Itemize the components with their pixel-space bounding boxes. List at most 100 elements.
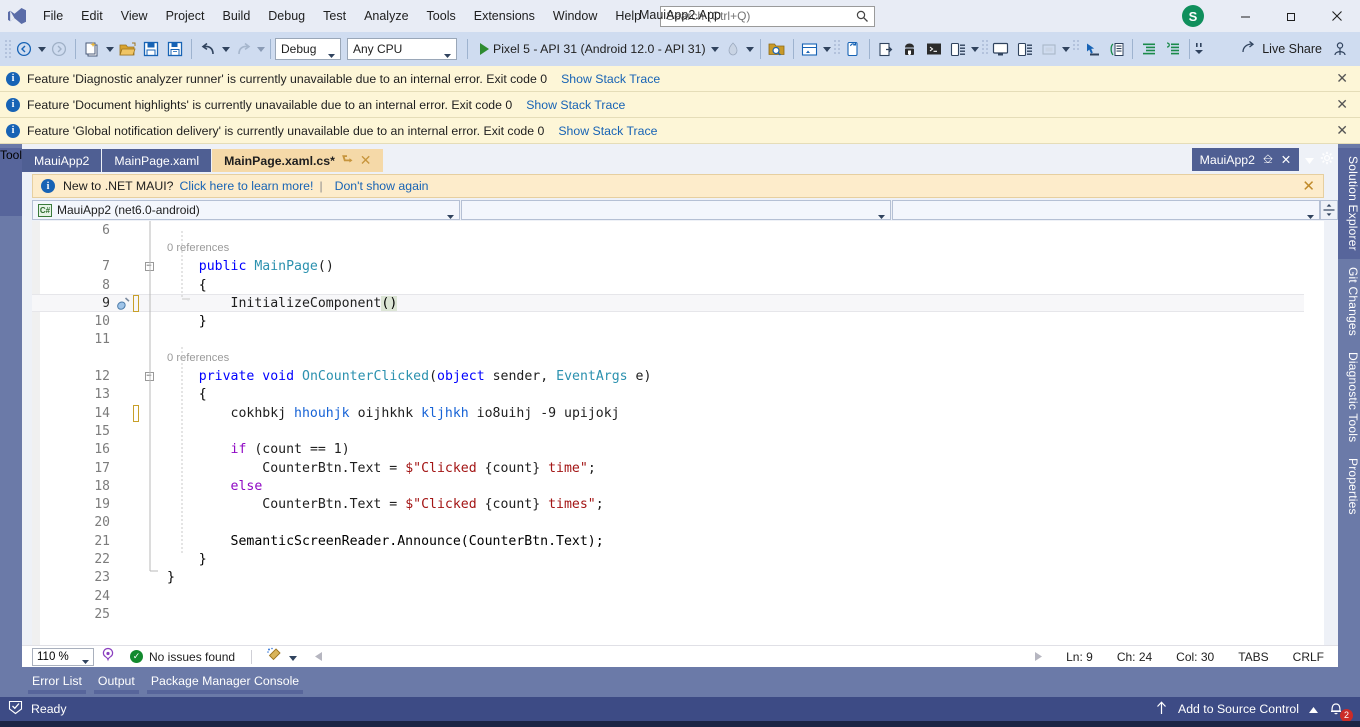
- code-line[interactable]: 15: [32, 422, 1304, 440]
- navigate-backward-dropdown-icon[interactable]: [36, 36, 47, 62]
- toolbox-tab[interactable]: Toolbox: [0, 148, 41, 216]
- dont-show-again-link[interactable]: Don't show again: [335, 179, 429, 193]
- tabs-mode-indicator[interactable]: TABS: [1238, 650, 1268, 664]
- code-lines[interactable]: 6 0 references 7 − public MainPage() 8 {…: [32, 221, 1304, 645]
- device-properties-icon[interactable]: [946, 36, 970, 62]
- code-cleanup-icon[interactable]: [266, 647, 283, 666]
- menu-build[interactable]: Build: [213, 3, 259, 29]
- codelens-line[interactable]: 0 references: [32, 239, 1304, 257]
- code-line[interactable]: 7 − public MainPage(): [32, 258, 1304, 276]
- codelens-line[interactable]: 0 references: [32, 349, 1304, 367]
- tab-mauiapp2[interactable]: MauiApp2: [22, 149, 102, 172]
- android-device-log-icon[interactable]: [874, 36, 898, 62]
- code-line[interactable]: 18 else: [32, 477, 1304, 495]
- learn-more-link[interactable]: Click here to learn more!: [179, 179, 313, 193]
- menu-help[interactable]: Help: [606, 3, 650, 29]
- code-line[interactable]: 6: [32, 221, 1304, 239]
- menu-test[interactable]: Test: [314, 3, 355, 29]
- new-project-dropdown-icon[interactable]: [104, 36, 115, 62]
- fold-margin[interactable]: −: [139, 262, 159, 272]
- toolbar-grip[interactable]: [4, 39, 12, 59]
- code-line[interactable]: 8 {: [32, 276, 1304, 294]
- toolbar-grip-3[interactable]: [981, 39, 989, 59]
- member-selector-combo[interactable]: [892, 200, 1320, 220]
- emulator-dropdown-icon[interactable]: [1061, 36, 1072, 62]
- new-project-icon[interactable]: [80, 36, 104, 62]
- zoom-level-combo[interactable]: 110 %: [32, 647, 94, 666]
- code-line[interactable]: 20: [32, 514, 1304, 532]
- solution-platform-combo[interactable]: Any CPU: [347, 38, 457, 60]
- chevron-up-icon[interactable]: [1309, 702, 1318, 716]
- close-icon[interactable]: ✕: [1302, 177, 1315, 195]
- toolbar-grip-2[interactable]: [833, 39, 841, 59]
- code-line[interactable]: 23 }: [32, 569, 1304, 587]
- menu-extensions[interactable]: Extensions: [465, 3, 544, 29]
- code-line[interactable]: 19 CounterBtn.Text = $"Clicked {count} t…: [32, 495, 1304, 513]
- menu-project[interactable]: Project: [157, 3, 214, 29]
- indent-lines-icon[interactable]: [1137, 36, 1161, 62]
- solution-configuration-combo[interactable]: Debug: [275, 38, 341, 60]
- close-icon[interactable]: ✕: [1336, 122, 1348, 139]
- code-line[interactable]: 11: [32, 331, 1304, 349]
- sidebar-item-properties[interactable]: Properties: [1338, 450, 1360, 523]
- split-editor-button[interactable]: [1320, 200, 1338, 220]
- code-line[interactable]: 10 }: [32, 312, 1304, 330]
- outdent-lines-icon[interactable]: [1161, 36, 1185, 62]
- sidebar-item-git-changes[interactable]: Git Changes: [1338, 259, 1360, 344]
- show-stack-trace-link[interactable]: Show Stack Trace: [558, 124, 657, 138]
- android-adb-command-icon[interactable]: [922, 36, 946, 62]
- code-line[interactable]: 22 }: [32, 550, 1304, 568]
- notifications-bell[interactable]: 2: [1328, 700, 1353, 722]
- feedback-icon[interactable]: [1328, 36, 1352, 62]
- search-box[interactable]: [660, 5, 876, 27]
- tab-mainpage-xaml[interactable]: MainPage.xaml: [102, 149, 212, 172]
- save-icon[interactable]: [139, 36, 163, 62]
- monitor-icon[interactable]: [989, 36, 1013, 62]
- quick-actions-icon[interactable]: [114, 296, 132, 311]
- toolbar-grip-4[interactable]: [1072, 39, 1080, 59]
- show-stack-trace-link[interactable]: Show Stack Trace: [561, 72, 660, 86]
- navigate-forward-icon[interactable]: [47, 36, 71, 62]
- redo-icon[interactable]: [231, 36, 255, 62]
- close-button[interactable]: [1314, 0, 1360, 32]
- close-icon[interactable]: ✕: [1336, 70, 1348, 87]
- code-line[interactable]: 16 if (count == 1): [32, 441, 1304, 459]
- gear-icon[interactable]: [1320, 151, 1334, 168]
- code-line[interactable]: 17 CounterBtn.Text = $"Clicked {count} t…: [32, 459, 1304, 477]
- code-line-current[interactable]: 9 InitializeComponent(): [32, 294, 1304, 313]
- fold-margin[interactable]: −: [139, 372, 159, 382]
- menu-edit[interactable]: Edit: [72, 3, 112, 29]
- sidebar-item-solution-explorer[interactable]: Solution Explorer: [1338, 148, 1360, 259]
- line-ending-indicator[interactable]: CRLF: [1293, 650, 1324, 664]
- hot-reload-dropdown-icon[interactable]: [745, 36, 756, 62]
- issues-status[interactable]: ✓ No issues found: [130, 650, 235, 664]
- scroll-right-icon[interactable]: [1035, 650, 1043, 664]
- sidebar-item-diagnostic-tools[interactable]: Diagnostic Tools: [1338, 344, 1360, 450]
- device-properties-dropdown-icon[interactable]: [970, 36, 981, 62]
- start-debug-button[interactable]: Pixel 5 - API 31 (Android 12.0 - API 31): [472, 36, 710, 62]
- select-element-icon[interactable]: [1080, 36, 1104, 62]
- menu-window[interactable]: Window: [544, 3, 606, 29]
- codelens-references[interactable]: 0 references: [159, 242, 229, 254]
- avatar[interactable]: S: [1182, 5, 1204, 27]
- preview-tab-mauiapp2[interactable]: MauiApp2 ⎒ ✕: [1191, 148, 1299, 171]
- tab-list-dropdown-icon[interactable]: [1305, 153, 1314, 167]
- menu-file[interactable]: File: [34, 3, 72, 29]
- menu-analyze[interactable]: Analyze: [355, 3, 417, 29]
- live-visual-tree-dropdown-icon[interactable]: [822, 36, 833, 62]
- code-cleanup-dropdown-icon[interactable]: [289, 650, 298, 664]
- navigate-backward-icon[interactable]: [12, 36, 36, 62]
- float-icon[interactable]: ⎒: [1263, 152, 1273, 167]
- show-stack-trace-link[interactable]: Show Stack Trace: [526, 98, 625, 112]
- close-icon[interactable]: ✕: [1281, 153, 1291, 167]
- tab-error-list[interactable]: Error List: [26, 670, 88, 694]
- toolbar-overflow-icon[interactable]: [1194, 36, 1205, 62]
- tab-package-manager-console[interactable]: Package Manager Console: [145, 670, 305, 694]
- code-line[interactable]: 13 {: [32, 386, 1304, 404]
- close-icon[interactable]: ✕: [1336, 96, 1348, 113]
- intellicode-icon[interactable]: [100, 647, 116, 666]
- hot-reload-icon[interactable]: [721, 36, 745, 62]
- code-line[interactable]: 21 SemanticScreenReader.Announce(Counter…: [32, 532, 1304, 550]
- tab-mainpage-xaml-cs[interactable]: MainPage.xaml.cs* ⮑ ✕: [212, 149, 384, 172]
- pin-icon[interactable]: ⮑: [342, 150, 353, 171]
